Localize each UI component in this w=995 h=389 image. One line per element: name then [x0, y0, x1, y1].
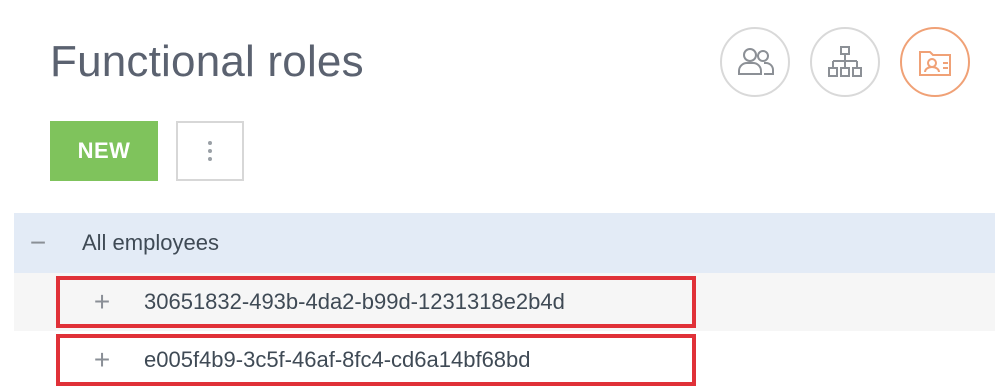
collapse-toggle[interactable]: −: [24, 227, 52, 259]
org-structure-view-button[interactable]: [810, 27, 880, 97]
more-actions-button[interactable]: [176, 121, 244, 181]
tree-row-all-employees[interactable]: − All employees: [14, 213, 995, 273]
expand-toggle[interactable]: +: [88, 344, 116, 376]
users-view-button[interactable]: [720, 27, 790, 97]
page-title: Functional roles: [50, 37, 364, 86]
tree-row-label[interactable]: e005f4b9-3c5f-46af-8fc4-cd6a14bf68bd: [144, 347, 531, 373]
more-vertical-icon: [208, 141, 212, 161]
view-mode-switcher: [720, 27, 970, 97]
toolbar: NEW: [50, 121, 244, 181]
tree-row-label[interactable]: 30651832-493b-4da2-b99d-1231318e2b4d: [144, 289, 565, 315]
org-structure-icon: [828, 46, 862, 77]
users-icon: [738, 48, 774, 75]
functional-roles-icon: [919, 51, 951, 76]
tree-row-role[interactable]: + e005f4b9-3c5f-46af-8fc4-cd6a14bf68bd: [14, 331, 995, 389]
tree-row-role[interactable]: + 30651832-493b-4da2-b99d-1231318e2b4d: [14, 273, 995, 331]
expand-toggle[interactable]: +: [88, 286, 116, 318]
functional-roles-view-button[interactable]: [900, 27, 970, 97]
roles-tree: − All employees + 30651832-493b-4da2-b99…: [14, 213, 995, 389]
tree-row-label[interactable]: All employees: [82, 230, 219, 256]
new-button[interactable]: NEW: [50, 121, 158, 181]
